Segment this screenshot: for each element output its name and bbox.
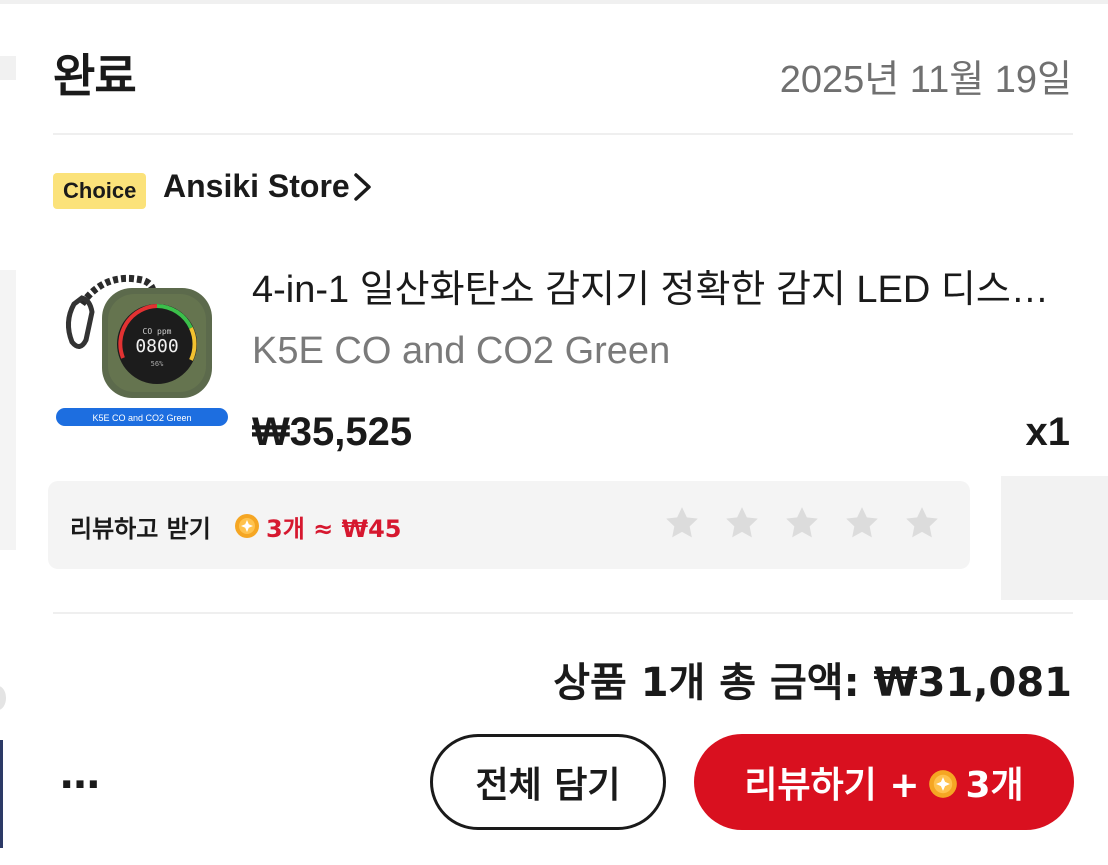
- coin-icon: [928, 767, 958, 798]
- top-divider: [0, 0, 1108, 4]
- image-caption: K5E CO and CO2 Green: [92, 413, 191, 423]
- star-icon[interactable]: [782, 503, 822, 543]
- choice-badge: Choice: [53, 173, 147, 209]
- left-card-edge: [0, 740, 3, 848]
- right-card-edge: [1001, 476, 1108, 600]
- left-card-edge: [0, 56, 16, 80]
- star-icon[interactable]: [842, 503, 882, 543]
- product-quantity: x1: [1025, 410, 1071, 454]
- write-review-button[interactable]: 리뷰하기 + 3개: [694, 734, 1074, 830]
- left-card-edge: [0, 686, 6, 710]
- coin-icon: [234, 513, 260, 539]
- left-card-edge: [0, 270, 16, 550]
- add-all-to-cart-button[interactable]: 전체 담기: [430, 734, 666, 830]
- divider: [53, 133, 1073, 135]
- order-status: 완료: [53, 49, 137, 103]
- product-variant: K5E CO and CO2 Green: [252, 330, 671, 372]
- svg-text:CO ppm: CO ppm: [143, 327, 172, 336]
- product-title[interactable]: 4-in-1 일산화탄소 감지기 정확한 감지 LED 디스플레이: [252, 258, 1072, 313]
- review-reward-amount: 3개 ≈ ₩45: [266, 515, 402, 543]
- star-rating[interactable]: [662, 503, 942, 543]
- device-display-digits: 0800: [135, 336, 178, 357]
- star-icon[interactable]: [722, 503, 762, 543]
- star-icon[interactable]: [902, 503, 942, 543]
- review-reward-label: 리뷰하고 받기: [70, 515, 211, 543]
- more-options-button[interactable]: …: [60, 752, 102, 798]
- store-link[interactable]: Ansiki Store: [163, 168, 374, 205]
- product-image[interactable]: CO ppm 0800 56% K5E CO and CO2 Green: [54, 262, 232, 432]
- write-review-reward: 3개: [965, 765, 1024, 806]
- order-total: 상품 1개 총 금액: ₩31,081: [553, 660, 1072, 706]
- order-date: 2025년 11월 19일: [779, 59, 1072, 101]
- review-reward-box[interactable]: 리뷰하고 받기 3개 ≈ ₩45: [48, 481, 970, 569]
- svg-text:56%: 56%: [151, 360, 164, 368]
- store-name: Ansiki Store: [163, 168, 350, 204]
- divider: [53, 612, 1073, 614]
- product-price: ₩35,525: [252, 410, 413, 454]
- write-review-label: 리뷰하기 +: [744, 765, 920, 806]
- star-icon[interactable]: [662, 503, 702, 543]
- chevron-right-icon: [352, 172, 374, 202]
